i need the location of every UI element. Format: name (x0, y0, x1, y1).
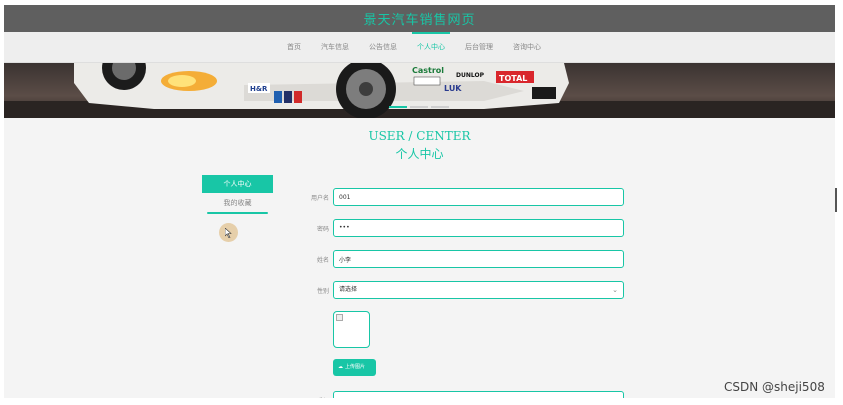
username-label: 用户名 (310, 195, 329, 202)
upload-button-label: 上传图片 (345, 364, 366, 370)
side-menu-favorites[interactable]: 我的收藏 (202, 193, 273, 213)
name-label: 姓名 (316, 257, 329, 264)
nav-home[interactable]: 首页 (287, 32, 301, 63)
nav-user-center[interactable]: 个人中心 (412, 32, 450, 63)
sponsor-total: TOTAL (499, 74, 527, 83)
gender-label: 性别 (316, 288, 329, 295)
site-header: 景天汽车销售网页 (4, 5, 835, 32)
browser-viewport: 景天汽车销售网页 首页 汽车信息 公告信息 个人中心 后台管理 咨询中心 H&R… (4, 5, 835, 398)
banner-carousel[interactable]: H&R Castrol DUNLOP TOTAL LUK (4, 63, 835, 118)
password-label: 密码 (316, 226, 329, 233)
main-nav: 首页 汽车信息 公告信息 个人中心 后台管理 咨询中心 (4, 32, 835, 63)
carousel-dot[interactable] (410, 106, 428, 108)
password-input[interactable]: ••• (333, 219, 624, 237)
sponsor-hr: H&R (250, 85, 268, 93)
carousel-indicators (389, 106, 452, 108)
cloud-upload-icon: ☁ (338, 364, 343, 370)
csdn-watermark: CSDN @sheji508 (724, 380, 825, 394)
site-title: 景天汽车销售网页 (363, 13, 476, 28)
nav-admin[interactable]: 后台管理 (465, 32, 493, 63)
carousel-dot[interactable] (389, 106, 407, 108)
nav-car-info[interactable]: 汽车信息 (321, 32, 349, 63)
phone-label: 手机 (299, 396, 329, 398)
page-title-en: USER / CENTER (368, 129, 471, 143)
broken-image-icon (336, 314, 343, 321)
chevron-down-icon: ⌄ (612, 286, 618, 294)
upload-image-button[interactable]: ☁ 上传图片 (333, 359, 376, 376)
mouse-cursor-highlight (219, 223, 238, 242)
nav-announcements[interactable]: 公告信息 (369, 32, 397, 63)
sponsor-dunlop: DUNLOP (456, 72, 485, 79)
carousel-dot[interactable] (431, 106, 449, 108)
gender-select-value: 请选择 (339, 286, 358, 293)
sponsor-luk: LUK (444, 84, 462, 93)
side-menu-user-center[interactable]: 个人中心 (202, 175, 273, 193)
page-title-cn: 个人中心 (395, 147, 444, 161)
nav-consult[interactable]: 咨询中心 (513, 32, 541, 63)
gender-select[interactable]: 请选择 ⌄ (333, 281, 624, 299)
pointer-icon (225, 228, 232, 238)
sponsor-castrol: Castrol (412, 66, 444, 75)
side-menu: 个人中心 我的收藏 (202, 175, 273, 214)
race-car-image: H&R Castrol DUNLOP TOTAL LUK (4, 63, 835, 118)
scrollbar-thumb[interactable] (835, 188, 837, 212)
avatar-preview (333, 311, 370, 348)
phone-input[interactable] (333, 391, 624, 398)
username-input[interactable] (333, 188, 624, 206)
name-input[interactable] (333, 250, 624, 268)
side-menu-underline (207, 212, 268, 214)
